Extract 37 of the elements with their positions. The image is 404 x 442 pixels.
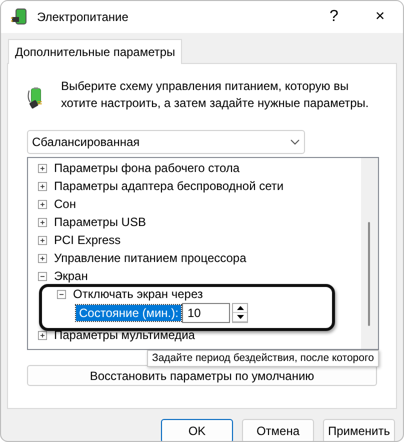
expand-icon[interactable] xyxy=(38,182,47,190)
scrollbar-thumb[interactable] xyxy=(368,222,370,326)
setting-label[interactable]: Состояние (мин.): xyxy=(76,305,182,321)
tree-item[interactable]: Параметры адаптера беспроводной сети xyxy=(54,179,284,193)
restore-defaults-button[interactable]: Восстановить параметры по умолчанию xyxy=(27,365,377,386)
tree-item[interactable]: Параметры USB xyxy=(54,215,146,229)
tree-item[interactable]: Параметры мультимедиа xyxy=(54,328,195,342)
power-battery-icon xyxy=(11,8,29,26)
tree-item[interactable]: Отключать экран через xyxy=(73,287,203,301)
help-button[interactable]: ? xyxy=(311,1,357,33)
expand-icon[interactable] xyxy=(38,218,47,226)
tree-item[interactable]: Управление питанием процессора xyxy=(54,251,246,265)
tree-item[interactable]: Экран xyxy=(54,269,88,283)
dialog-button[interactable]: Отмена xyxy=(242,419,314,441)
minutes-input[interactable]: 10 xyxy=(182,303,230,323)
tooltip: Задайте период бездействия, после которого xyxy=(147,350,379,367)
expand-icon[interactable] xyxy=(38,330,47,340)
tree-item[interactable]: Сон xyxy=(54,197,76,211)
expand-icon[interactable] xyxy=(38,200,47,208)
tree-item[interactable]: PCI Express xyxy=(54,233,121,247)
tree-item[interactable]: Параметры фона рабочего стола xyxy=(54,161,240,175)
expand-icon[interactable] xyxy=(38,164,47,172)
close-button[interactable]: × xyxy=(357,1,403,33)
window-title: Электропитание xyxy=(37,9,128,26)
dialog-button[interactable]: OK xyxy=(161,419,233,441)
chevron-down-icon xyxy=(290,139,300,145)
up-arrow-icon xyxy=(236,306,244,310)
collapse-icon[interactable] xyxy=(38,272,47,280)
down-arrow-icon xyxy=(236,315,244,319)
expand-icon[interactable] xyxy=(38,236,47,244)
dialog-button[interactable]: Применить xyxy=(323,419,395,441)
plan-dropdown[interactable]: Сбалансированная xyxy=(27,130,305,154)
expand-icon[interactable] xyxy=(38,254,47,262)
spin-control[interactable] xyxy=(232,303,248,323)
tab[interactable]: Дополнительные параметры xyxy=(8,39,182,64)
instruction-text: Выберите схему управления питанием, которую вы хотите настроить, а затем задайте нужные параметры. xyxy=(60,78,370,112)
collapse-icon[interactable] xyxy=(57,290,66,298)
